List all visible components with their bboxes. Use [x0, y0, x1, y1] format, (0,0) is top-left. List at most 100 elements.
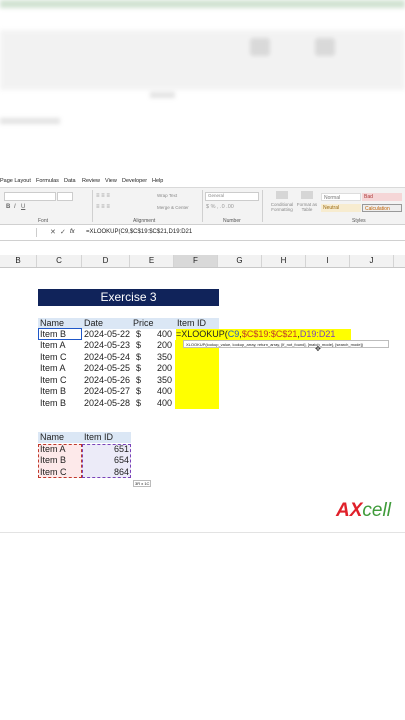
table-row-item-id[interactable]: 864	[84, 467, 129, 478]
in-cell-formula-editor[interactable]: =XLOOKUP(C9,$C$19:$C$21,D19:D21	[176, 329, 351, 340]
column-header-i[interactable]: I	[306, 255, 350, 267]
table1-header-date[interactable]: Date	[84, 318, 103, 329]
table-row-name[interactable]: Item C	[40, 375, 67, 386]
alignment-group-label: Alignment	[133, 218, 156, 224]
table-row-name[interactable]: Item B	[40, 398, 66, 409]
item-id-column-highlight[interactable]	[175, 340, 219, 409]
table-row-item-id[interactable]: 654	[84, 455, 129, 466]
name-box[interactable]	[0, 228, 37, 237]
table-row-date[interactable]: 2024-05-25	[84, 363, 130, 374]
menu-developer[interactable]: Developer	[122, 178, 147, 184]
formula-ref-lookup-value: C9	[227, 329, 240, 339]
table-row-price[interactable]: 350	[150, 352, 172, 363]
table2-header-name[interactable]: Name	[40, 432, 64, 443]
menu-data[interactable]: Data	[64, 178, 76, 184]
format-as-table-button[interactable]: Format as Table	[296, 202, 318, 212]
ribbon: B I U Font ≡ ≡ ≡ ≡ ≡ ≡ Wrap Text Merge &…	[0, 188, 405, 225]
formula-input[interactable]: =XLOOKUP(C9,$C$19:$C$21,D19:D21	[86, 229, 192, 235]
table-row-name[interactable]: Item A	[40, 340, 66, 351]
exercise-title[interactable]: Exercise 3	[38, 289, 219, 306]
align-icons[interactable]: ≡ ≡ ≡	[96, 193, 110, 199]
menu-view[interactable]: View	[105, 178, 117, 184]
table-row-date[interactable]: 2024-05-27	[84, 386, 130, 397]
style-neutral[interactable]: Neutral	[321, 204, 361, 212]
conditional-formatting-button[interactable]: Conditional Formatting	[268, 202, 296, 212]
column-headers: B C D E F G H I J	[0, 255, 405, 268]
table-row-name[interactable]: Item B	[40, 329, 66, 340]
merge-center-button[interactable]: Merge & Center	[157, 205, 189, 210]
menu-review[interactable]: Review	[82, 178, 100, 184]
table-row-price[interactable]: 200	[150, 340, 172, 351]
table2-header-item-id[interactable]: Item ID	[84, 432, 113, 443]
table-row-date[interactable]: 2024-05-26	[84, 375, 130, 386]
background-blur-ribbon	[0, 0, 405, 170]
table-row-date[interactable]: 2024-05-22	[84, 329, 130, 340]
ribbon-divider	[92, 190, 93, 222]
cursor-icon: ✥	[315, 346, 321, 353]
selection-size-hint: 3R x 1C	[133, 480, 152, 487]
underline-icon[interactable]: U	[21, 204, 25, 210]
table-row-currency: $	[136, 386, 142, 396]
table-row-price[interactable]: 200	[150, 363, 172, 374]
table-row-name[interactable]: Item C	[40, 467, 67, 478]
table-row-price[interactable]: 400	[150, 329, 172, 340]
number-format-dropdown[interactable]: General	[205, 192, 259, 201]
menu-page-layout[interactable]: Page Layout	[0, 178, 31, 184]
italic-icon[interactable]: I	[14, 204, 16, 210]
table1-header-price[interactable]: Price	[133, 318, 154, 329]
style-normal[interactable]: Normal	[321, 193, 361, 201]
column-header-d[interactable]: D	[82, 255, 130, 267]
column-header-h[interactable]: H	[262, 255, 306, 267]
align-icons-row2[interactable]: ≡ ≡ ≡	[96, 204, 110, 210]
format-as-table-icon[interactable]	[301, 191, 313, 199]
menu-formulas[interactable]: Formulas	[36, 178, 59, 184]
menu-help[interactable]: Help	[152, 178, 163, 184]
table-row-name[interactable]: Item B	[40, 455, 66, 466]
column-header-c[interactable]: C	[37, 255, 82, 267]
formula-prefix: =XLOOKUP(	[176, 329, 228, 339]
cancel-icon[interactable]: ✕	[50, 228, 56, 236]
column-header-j[interactable]: J	[350, 255, 394, 267]
ribbon-divider	[202, 190, 203, 222]
font-name-dropdown[interactable]	[4, 192, 56, 201]
wrap-text-button[interactable]: Wrap Text	[157, 193, 177, 198]
column-header-e[interactable]: E	[130, 255, 174, 267]
table-row-currency: $	[136, 329, 142, 339]
table-row-currency: $	[136, 375, 142, 385]
table-row-name[interactable]: Item C	[40, 352, 67, 363]
table-row-price[interactable]: 350	[150, 375, 172, 386]
table-row-currency: $	[136, 352, 142, 362]
table-row-name[interactable]: Item A	[40, 444, 66, 455]
enter-icon[interactable]: ✓	[60, 228, 66, 236]
sheet-bottom-divider	[0, 532, 405, 533]
table-row-name[interactable]: Item B	[40, 386, 66, 397]
style-bad[interactable]: Bad	[362, 193, 402, 201]
formula-bar: ✕ ✓ fx =XLOOKUP(C9,$C$19:$C$21,D19:D21	[0, 226, 405, 241]
font-size-dropdown[interactable]	[57, 192, 73, 201]
conditional-formatting-icon[interactable]	[276, 191, 288, 199]
font-group-label: Font	[38, 218, 49, 224]
table-row-name[interactable]: Item A	[40, 363, 66, 374]
styles-group-label: Styles	[352, 218, 366, 224]
table-row-price[interactable]: 400	[150, 398, 172, 409]
table-row-currency: $	[136, 363, 142, 373]
number-format-icons[interactable]: $ % , .0 .00	[206, 204, 234, 210]
formula-ref-lookup-array: $C$19:$C$21	[241, 329, 298, 339]
table-row-date[interactable]: 2024-05-24	[84, 352, 130, 363]
formula-ref-return-array: D19:D21	[299, 329, 336, 339]
table1-header-item-id[interactable]: Item ID	[177, 318, 206, 329]
table-row-date[interactable]: 2024-05-23	[84, 340, 130, 351]
axcell-logo: AXcell	[336, 500, 391, 521]
table-row-date[interactable]: 2024-05-28	[84, 398, 130, 409]
fx-icon[interactable]: fx	[70, 229, 75, 235]
table-row-currency: $	[136, 398, 142, 408]
table-row-price[interactable]: 400	[150, 386, 172, 397]
column-header-f[interactable]: F	[174, 255, 218, 267]
function-argument-tooltip[interactable]: XLOOKUP(lookup_value, lookup_array, retu…	[183, 340, 389, 348]
bold-icon[interactable]: B	[6, 204, 10, 210]
table-row-currency: $	[136, 340, 142, 350]
column-header-b[interactable]: B	[0, 255, 37, 267]
table-row-item-id[interactable]: 651	[84, 444, 129, 455]
column-header-g[interactable]: G	[218, 255, 262, 267]
style-calculation[interactable]: Calculation	[362, 204, 402, 212]
